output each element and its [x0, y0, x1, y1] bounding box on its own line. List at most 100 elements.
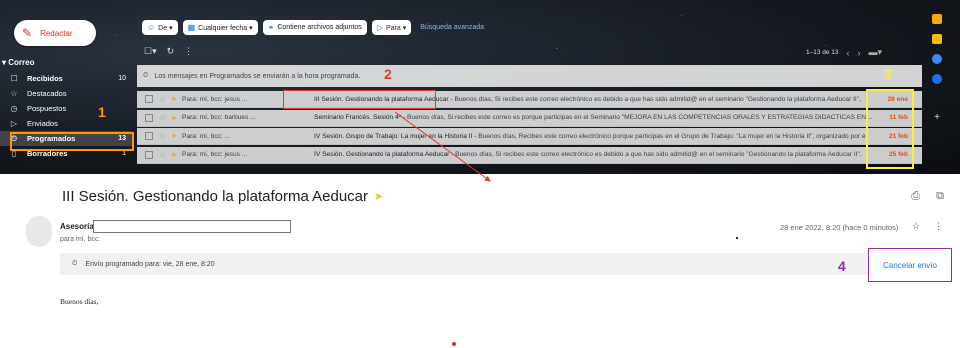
- message-datetime: 28 ene 2022, 8:20 (hace 0 minutos): [780, 223, 899, 232]
- sidebar-item-pospuestos[interactable]: ◷ Pospuestos: [0, 101, 132, 116]
- row-subject-snippet: Seminario Francés. Sesión 4ª - Buenos dí…: [314, 114, 874, 121]
- message-top-actions: ⎙ ⧉: [911, 190, 944, 203]
- scheduled-text: Envío programado para: vie, 28 ene, 8:20: [85, 260, 215, 268]
- chip-icon: ☺: [147, 23, 156, 32]
- chip-icon: ▷: [376, 23, 383, 32]
- important-marker-icon[interactable]: ➤: [374, 190, 383, 203]
- search-chip[interactable]: ▷ Para ▾: [371, 20, 412, 35]
- advanced-search-link[interactable]: Búsqueda avanzada: [420, 24, 484, 31]
- sidebar-item-destacados[interactable]: ☆ Destacados: [0, 86, 132, 101]
- draft-icon: ▯: [11, 149, 17, 158]
- more-options-icon[interactable]: ⋮: [934, 221, 943, 232]
- redaction-box: [93, 220, 291, 233]
- calendar-icon[interactable]: [932, 14, 942, 24]
- search-chip[interactable]: ▦ Cualquier fecha ▾: [182, 20, 258, 35]
- annotation-number-4: 4: [838, 258, 846, 274]
- star-icon[interactable]: ☆: [912, 221, 920, 232]
- star-icon[interactable]: ☆: [159, 113, 166, 122]
- row-checkbox[interactable]: [145, 95, 153, 103]
- row-subject: III Sesión. Gestionando la plataforma Ae…: [314, 95, 449, 103]
- row-subject-snippet: IV Sesión. Grupo de Trabajo: La mujer en…: [314, 133, 874, 140]
- stray-dot: [736, 237, 738, 239]
- row-date: 21 feb: [888, 132, 908, 140]
- row-snippet: - Buenos días, Si recibes este correo el…: [449, 151, 862, 158]
- table-row[interactable]: ☆ ➤ Para: mí, bcc: ... IV Sesión. Grupo de …: [137, 128, 922, 145]
- compose-button[interactable]: ✎ Redactar: [14, 20, 96, 46]
- send-icon: ▷: [10, 119, 18, 128]
- sidebar-item-count: 10: [118, 75, 126, 82]
- row-subject-snippet: IV Sesión. Gestionando la plataforma Aed…: [314, 151, 874, 158]
- search-chip[interactable]: ☺ De ▾: [142, 20, 178, 35]
- add-addon-icon[interactable]: +: [934, 112, 940, 123]
- message-header-actions: ☆ ⋮: [912, 221, 943, 232]
- important-marker-icon[interactable]: ➤: [171, 132, 177, 140]
- sidebar-item-borradores[interactable]: ▯ Borradores 1: [0, 146, 132, 161]
- important-marker-icon[interactable]: ➤: [171, 95, 177, 103]
- refresh-icon[interactable]: ↻: [167, 46, 175, 57]
- star-icon[interactable]: ☆: [159, 150, 166, 159]
- scheduled-icon: ⏲: [143, 72, 149, 79]
- scheduled-send-bar: ⏲ Envío programado para: vie, 28 ene, 8:…: [60, 253, 950, 275]
- cancel-send-button[interactable]: Cancelar envío: [868, 248, 952, 282]
- important-marker-icon[interactable]: ➤: [171, 114, 177, 122]
- sidebar-item-count: 1: [122, 150, 126, 157]
- sidebar-item-label: Recibidos: [27, 74, 63, 83]
- keep-icon[interactable]: [932, 34, 942, 44]
- table-row[interactable]: ☆ ➤ Para: mí, bcc: barbues ... Seminario Fr…: [137, 109, 922, 127]
- pencil-icon: ✎: [22, 26, 33, 40]
- row-date: 28 ene: [887, 95, 908, 103]
- table-row[interactable]: ☆ ➤ Para: mí, bcc: jesus ... IV Sesión. Ges…: [137, 146, 922, 164]
- row-recipients: Para: mí, bcc: jesus ...: [182, 95, 248, 103]
- list-toolbar: ☐▾ ↻ ⋮: [144, 46, 193, 57]
- sidebar-item-programados[interactable]: ⏲ Programados 13: [0, 131, 132, 146]
- scheduled-icon: ⏲: [10, 133, 18, 143]
- density-icon[interactable]: ▬▾: [869, 47, 883, 58]
- search-chip[interactable]: ⚭ Contiene archivos adjuntos: [262, 20, 367, 35]
- row-recipients: Para: mí, bcc: ...: [182, 132, 231, 140]
- select-checkbox[interactable]: ☐▾: [144, 46, 157, 57]
- row-checkbox[interactable]: [145, 150, 153, 159]
- annotation-number-2: 2: [384, 66, 392, 82]
- annotation-number-3: 3: [884, 66, 892, 82]
- avatar: [26, 216, 52, 247]
- chip-label: Para ▾: [385, 24, 407, 32]
- sidebar-item-label: Pospuestos: [27, 104, 67, 113]
- row-snippet: - Buenos días, Si recibes este correo el…: [448, 95, 861, 103]
- contacts-icon[interactable]: [932, 74, 942, 84]
- sidebar-section-title[interactable]: ▾ Correo: [0, 56, 132, 71]
- chip-icon: ▦: [187, 23, 196, 32]
- pagination-range: 1–13 de 13: [806, 49, 839, 56]
- open-new-window-icon[interactable]: ⧉: [936, 190, 944, 203]
- table-row[interactable]: ☆ ➤ Para: mí, bcc: jesus ... III Sesión. Ge…: [137, 91, 922, 108]
- next-page-icon[interactable]: ›: [858, 48, 861, 58]
- row-checkbox[interactable]: [145, 132, 153, 140]
- tasks-icon[interactable]: [932, 54, 942, 64]
- row-snippet: - Buenos días, Si recibes este correo es…: [401, 114, 875, 121]
- prev-page-icon[interactable]: ‹: [847, 48, 850, 58]
- star-icon[interactable]: ☆: [159, 132, 166, 141]
- row-date: 25 feb: [888, 151, 908, 158]
- sidebar-item-recibidos[interactable]: ☐ Recibidos 10: [0, 71, 132, 86]
- sidebar: ▾ Correo ☐ Recibidos 10 ☆ Destacados ◷ Pospues…: [0, 56, 132, 161]
- right-rail: +: [924, 14, 950, 123]
- sidebar-item-label: Borradores: [27, 149, 68, 158]
- row-subject: Seminario Francés. Sesión 4ª: [314, 114, 402, 121]
- scheduled-icon: ⏲: [72, 260, 78, 267]
- gmail-list-panel: ✎ Redactar ▾ Correo ☐ Recibidos 10 ☆ Destaca…: [0, 0, 960, 174]
- row-recipients: Para: mí, bcc: jesus ...: [182, 151, 248, 158]
- sidebar-item-label: Enviados: [27, 119, 58, 128]
- inbox-icon: ☐: [10, 74, 18, 83]
- print-icon[interactable]: ⎙: [911, 190, 920, 203]
- sidebar-item-enviados[interactable]: ▷ Enviados: [0, 116, 132, 131]
- row-subject: IV Sesión. Grupo de Trabajo: La mujer en…: [314, 132, 473, 140]
- row-checkbox[interactable]: [145, 113, 153, 122]
- row-subject: IV Sesión. Gestionando la plataforma Aed…: [314, 151, 450, 158]
- more-options-icon[interactable]: ⋮: [184, 46, 193, 57]
- row-subject-snippet: III Sesión. Gestionando la plataforma Ae…: [314, 96, 874, 103]
- red-dot: [452, 342, 456, 346]
- important-marker-icon[interactable]: ➤: [171, 151, 177, 159]
- recipient-line[interactable]: para mí, bcc:: [60, 236, 100, 243]
- star-icon[interactable]: ☆: [159, 95, 166, 104]
- sidebar-item-count: 13: [118, 135, 126, 142]
- message-body-greeting: Buenos días,: [60, 297, 99, 306]
